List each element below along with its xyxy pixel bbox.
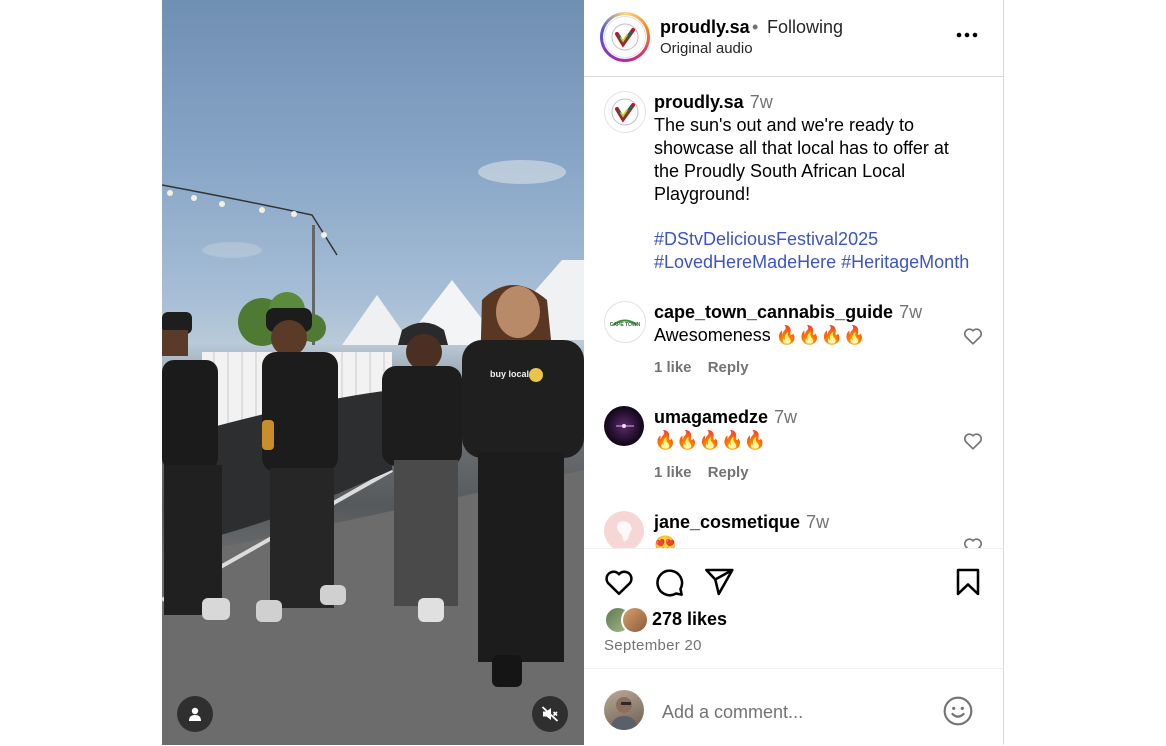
liker-avatar xyxy=(621,606,649,634)
heart-icon xyxy=(963,328,983,345)
post-actions: 278 likes September 20 xyxy=(584,548,1003,669)
current-user-avatar xyxy=(604,690,644,730)
proudly-sa-logo xyxy=(604,16,646,58)
caption-text: The sun's out and we're ready to showcas… xyxy=(654,115,949,204)
comment-time[interactable]: 7w xyxy=(774,407,797,427)
comment-likes-count[interactable]: 1 like xyxy=(654,359,692,376)
emoji-picker-button[interactable] xyxy=(942,695,974,727)
comment-likes-count[interactable]: 1 like xyxy=(654,464,692,481)
heart-icon xyxy=(605,570,633,595)
share-button[interactable] xyxy=(703,566,735,598)
comment-input[interactable] xyxy=(660,697,924,727)
like-button[interactable] xyxy=(603,566,635,598)
save-button[interactable] xyxy=(952,566,984,598)
hashtag-link[interactable]: #LovedHereMadeHere xyxy=(654,252,836,272)
heart-icon xyxy=(963,433,983,450)
user-tags-button[interactable] xyxy=(177,696,213,732)
comment-meta: 1 like Reply xyxy=(654,359,761,376)
speaker-muted-icon xyxy=(541,706,559,722)
paper-plane-icon xyxy=(705,568,734,596)
shirt-print-text: buy local xyxy=(490,369,529,379)
comment-text-block: jane_cosmetique 7w 😍 xyxy=(654,511,974,548)
add-comment-bar xyxy=(584,668,1003,746)
header-separator: • xyxy=(752,17,759,37)
comment-like-button[interactable] xyxy=(962,430,984,452)
person-icon xyxy=(189,707,201,721)
comment-text: 😍 xyxy=(654,535,677,548)
caption-time[interactable]: 7w xyxy=(750,92,773,112)
comment-text-block: cape_town_cannabis_guide 7w Awesomeness 🔥… xyxy=(654,301,974,347)
comment-time[interactable]: 7w xyxy=(806,512,829,532)
reply-button[interactable]: Reply xyxy=(708,464,749,481)
comment-meta: 1 like Reply xyxy=(654,464,761,481)
bookmark-icon xyxy=(956,568,980,596)
post-date[interactable]: September 20 xyxy=(604,637,702,654)
caption-text-block: proudly.sa 7w The sun's out and we're rea… xyxy=(654,91,974,274)
post-header: proudly.sa • Following Original audio xyxy=(584,0,1003,77)
reply-button[interactable]: Reply xyxy=(708,359,749,376)
comment-time[interactable]: 7w xyxy=(899,302,922,322)
current-user-avatar-photo xyxy=(610,697,638,730)
comment-icon xyxy=(656,569,684,597)
heart-icon xyxy=(963,538,983,548)
likes-count[interactable]: 278 likes xyxy=(652,609,727,630)
following-button[interactable]: Following xyxy=(767,17,843,38)
comment-button[interactable] xyxy=(653,566,685,598)
africa-map-icon xyxy=(617,521,632,542)
header-username[interactable]: proudly.sa xyxy=(660,17,750,38)
commenter-avatar[interactable] xyxy=(604,406,644,446)
video-frame-illustration: buy local xyxy=(162,160,584,745)
caption-avatar[interactable] xyxy=(604,91,646,133)
caption-username[interactable]: proudly.sa xyxy=(654,92,744,112)
comment-like-button[interactable] xyxy=(962,535,984,548)
commenter-avatar[interactable]: CAPE TOWN xyxy=(604,301,646,343)
comment-username[interactable]: umagamedze xyxy=(654,407,768,427)
cape-town-guide-logo: CAPE TOWN xyxy=(610,319,641,328)
comment-like-button[interactable] xyxy=(962,325,984,347)
svg-text:CAPE TOWN: CAPE TOWN xyxy=(610,322,641,328)
hashtag-link[interactable]: #HeritageMonth xyxy=(841,252,969,272)
comment-username[interactable]: cape_town_cannabis_guide xyxy=(654,302,893,322)
commenter-avatar[interactable] xyxy=(604,511,644,548)
original-audio-link[interactable]: Original audio xyxy=(660,40,753,57)
mute-toggle-button[interactable] xyxy=(532,696,568,732)
comment-text: Awesomeness 🔥🔥🔥🔥 xyxy=(654,325,866,345)
comment-username[interactable]: jane_cosmetique xyxy=(654,512,800,532)
smiley-icon xyxy=(943,696,973,726)
story-ring-avatar[interactable] xyxy=(600,12,650,62)
comment-text: 🔥🔥🔥🔥🔥 xyxy=(654,430,767,450)
more-horizontal-icon xyxy=(956,32,978,38)
more-options-button[interactable] xyxy=(952,20,982,50)
proudly-sa-logo-mark xyxy=(611,23,639,51)
umagamedze-avatar-art xyxy=(616,424,634,428)
proudly-sa-logo-mark xyxy=(611,98,639,126)
comment-text-block: umagamedze 7w 🔥🔥🔥🔥🔥 xyxy=(654,406,974,452)
comments-list[interactable]: proudly.sa 7w The sun's out and we're rea… xyxy=(584,77,1003,548)
post-details-panel: proudly.sa • Following Original audio pr… xyxy=(584,0,1004,745)
post-media-video[interactable]: buy local xyxy=(162,0,584,745)
hashtag-link[interactable]: #DStvDeliciousFestival2025 xyxy=(654,228,974,251)
